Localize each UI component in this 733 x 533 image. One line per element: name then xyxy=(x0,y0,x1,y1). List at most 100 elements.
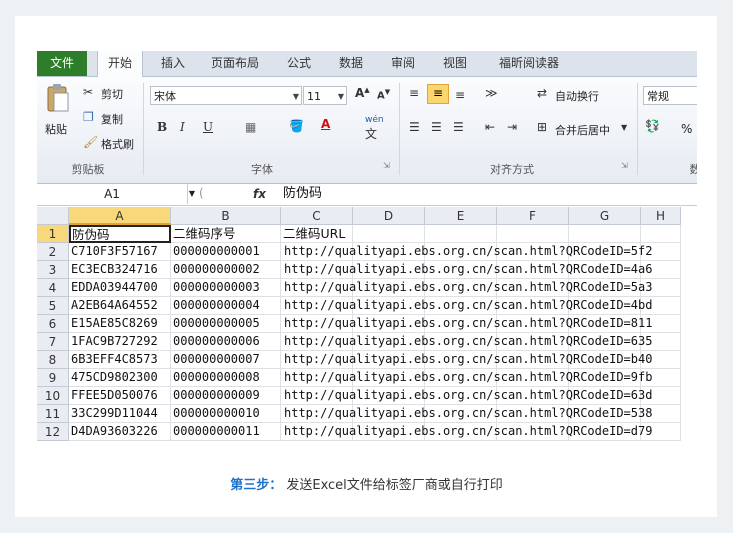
phonetic-icon[interactable]: wén 文 xyxy=(365,115,384,142)
decrease-indent-icon[interactable]: ⇤ xyxy=(485,120,495,134)
row-header-6[interactable]: 6 xyxy=(37,315,69,333)
font-color-icon[interactable]: A xyxy=(321,117,330,131)
cell-seq[interactable]: 000000000007 xyxy=(171,351,281,369)
cell-url[interactable]: http://qualityapi.ebs.org.cn/scan.html?Q… xyxy=(284,279,697,297)
tab-home[interactable]: 开始 xyxy=(97,51,143,78)
cell-code[interactable]: 6B3EFF4C8573 xyxy=(69,351,171,369)
cell-c1[interactable]: 二维码URL xyxy=(281,225,353,243)
column-header-e[interactable]: E xyxy=(425,207,497,225)
align-center-icon[interactable]: ☰ xyxy=(431,120,442,134)
merge-center-button[interactable]: 合并后居中 xyxy=(555,122,610,138)
cell-url[interactable]: http://qualityapi.ebs.org.cn/scan.html?Q… xyxy=(284,423,697,441)
cell-a1[interactable]: 防伪码 xyxy=(69,225,171,243)
cell[interactable] xyxy=(569,225,641,243)
cell-url[interactable]: http://qualityapi.ebs.org.cn/scan.html?Q… xyxy=(284,297,697,315)
number-format-select[interactable]: 常规 xyxy=(643,86,697,105)
tab-file[interactable]: 文件 xyxy=(37,51,87,76)
copy-icon[interactable]: ❐ xyxy=(83,110,94,124)
align-right-icon[interactable]: ☰ xyxy=(453,120,464,134)
increase-indent-icon[interactable]: ⇥ xyxy=(507,120,517,134)
column-header-b[interactable]: B xyxy=(171,207,281,225)
grow-font-icon[interactable]: A▲ xyxy=(355,86,370,100)
cell-code[interactable]: E15AE85C8269 xyxy=(69,315,171,333)
copy-button[interactable]: 复制 xyxy=(101,111,123,127)
align-left-icon[interactable]: ☰ xyxy=(409,120,420,134)
cell-b1[interactable]: 二维码序号 xyxy=(171,225,281,243)
cell[interactable] xyxy=(497,225,569,243)
font-name-select[interactable]: 宋体 ▼ xyxy=(150,86,302,105)
cell[interactable] xyxy=(353,225,425,243)
row-header-12[interactable]: 12 xyxy=(37,423,69,441)
wrap-text-icon[interactable]: ⇄ xyxy=(537,86,547,100)
tab-insert[interactable]: 插入 xyxy=(153,51,193,76)
worksheet-grid[interactable]: A B C D E F G H 1 2 3 4 5 6 7 8 9 10 11 12 防伪码 二维码序号 二维码URL C71… xyxy=(37,207,697,443)
cell-seq[interactable]: 000000000011 xyxy=(171,423,281,441)
italic-button[interactable]: I xyxy=(180,120,185,134)
cut-icon[interactable]: ✂ xyxy=(83,85,93,99)
row-header-11[interactable]: 11 xyxy=(37,405,69,423)
row-header-4[interactable]: 4 xyxy=(37,279,69,297)
cell-seq[interactable]: 000000000005 xyxy=(171,315,281,333)
name-box-dropdown-icon[interactable]: ▼ xyxy=(189,184,195,204)
alignment-dialog-launcher-icon[interactable]: ⇲ xyxy=(621,161,628,170)
cell-code[interactable]: EC3ECB324716 xyxy=(69,261,171,279)
cell-code[interactable]: 1FAC9B727292 xyxy=(69,333,171,351)
cell-code[interactable]: D4DA93603226 xyxy=(69,423,171,441)
column-header-g[interactable]: G xyxy=(569,207,641,225)
row-header-1[interactable]: 1 xyxy=(37,225,69,243)
cell-seq[interactable]: 000000000010 xyxy=(171,405,281,423)
orientation-icon[interactable]: ≫ xyxy=(485,86,498,100)
cell-seq[interactable]: 000000000004 xyxy=(171,297,281,315)
cell-url[interactable]: http://qualityapi.ebs.org.cn/scan.html?Q… xyxy=(284,369,697,387)
cell-seq[interactable]: 000000000006 xyxy=(171,333,281,351)
select-all-corner[interactable] xyxy=(37,207,69,225)
name-box[interactable]: A1 ▼ xyxy=(37,184,195,204)
cell-seq[interactable]: 000000000001 xyxy=(171,243,281,261)
paste-button-label[interactable]: 粘贴 xyxy=(45,121,67,137)
cut-button[interactable]: 剪切 xyxy=(101,86,123,102)
cell-url[interactable]: http://qualityapi.ebs.org.cn/scan.html?Q… xyxy=(284,387,697,405)
format-painter-button[interactable]: 格式刷 xyxy=(101,136,134,152)
row-header-7[interactable]: 7 xyxy=(37,333,69,351)
formula-bar-handle-icon[interactable]: ( xyxy=(199,186,204,200)
cell-url[interactable]: http://qualityapi.ebs.org.cn/scan.html?Q… xyxy=(284,315,697,333)
row-header-8[interactable]: 8 xyxy=(37,351,69,369)
cell-code[interactable]: 33C299D11044 xyxy=(69,405,171,423)
paste-icon[interactable] xyxy=(45,83,71,115)
underline-button[interactable]: U xyxy=(203,120,213,134)
row-header-2[interactable]: 2 xyxy=(37,243,69,261)
font-dialog-launcher-icon[interactable]: ⇲ xyxy=(383,161,390,170)
font-size-select[interactable]: 11 ▼ xyxy=(303,86,347,105)
borders-icon[interactable]: ▦ xyxy=(245,120,256,134)
cell-code[interactable]: C710F3F57167 xyxy=(69,243,171,261)
row-header-9[interactable]: 9 xyxy=(37,369,69,387)
cell-code[interactable]: A2EB64A64552 xyxy=(69,297,171,315)
tab-page-layout[interactable]: 页面布局 xyxy=(203,51,267,76)
fill-color-icon[interactable]: 🪣 xyxy=(289,119,304,133)
cell-seq[interactable]: 000000000003 xyxy=(171,279,281,297)
insert-function-button[interactable]: fx xyxy=(253,184,266,204)
align-bottom-icon[interactable]: ≡ xyxy=(455,88,465,102)
tab-review[interactable]: 审阅 xyxy=(385,51,421,76)
row-header-3[interactable]: 3 xyxy=(37,261,69,279)
row-header-10[interactable]: 10 xyxy=(37,387,69,405)
cell-seq[interactable]: 000000000002 xyxy=(171,261,281,279)
cell-url[interactable]: http://qualityapi.ebs.org.cn/scan.html?Q… xyxy=(284,351,697,369)
tab-view[interactable]: 视图 xyxy=(437,51,473,76)
percent-button[interactable]: % xyxy=(681,122,692,136)
cell-seq[interactable]: 000000000008 xyxy=(171,369,281,387)
cell-code[interactable]: EDDA03944700 xyxy=(69,279,171,297)
cell-code[interactable]: 475CD9802300 xyxy=(69,369,171,387)
tab-foxit-reader[interactable]: 福昕阅读器 xyxy=(489,51,569,76)
cell-url[interactable]: http://qualityapi.ebs.org.cn/scan.html?Q… xyxy=(284,333,697,351)
bold-button[interactable]: B xyxy=(157,120,167,134)
cell-seq[interactable]: 000000000009 xyxy=(171,387,281,405)
cell[interactable] xyxy=(641,225,681,243)
cell-url[interactable]: http://qualityapi.ebs.org.cn/scan.html?Q… xyxy=(284,405,697,423)
cell[interactable] xyxy=(425,225,497,243)
cell-url[interactable]: http://qualityapi.ebs.org.cn/scan.html?Q… xyxy=(284,261,697,279)
format-painter-icon[interactable]: 🖌 xyxy=(83,135,98,149)
column-header-d[interactable]: D xyxy=(353,207,425,225)
align-top-icon[interactable]: ≡ xyxy=(409,86,419,100)
column-header-c[interactable]: C xyxy=(281,207,353,225)
